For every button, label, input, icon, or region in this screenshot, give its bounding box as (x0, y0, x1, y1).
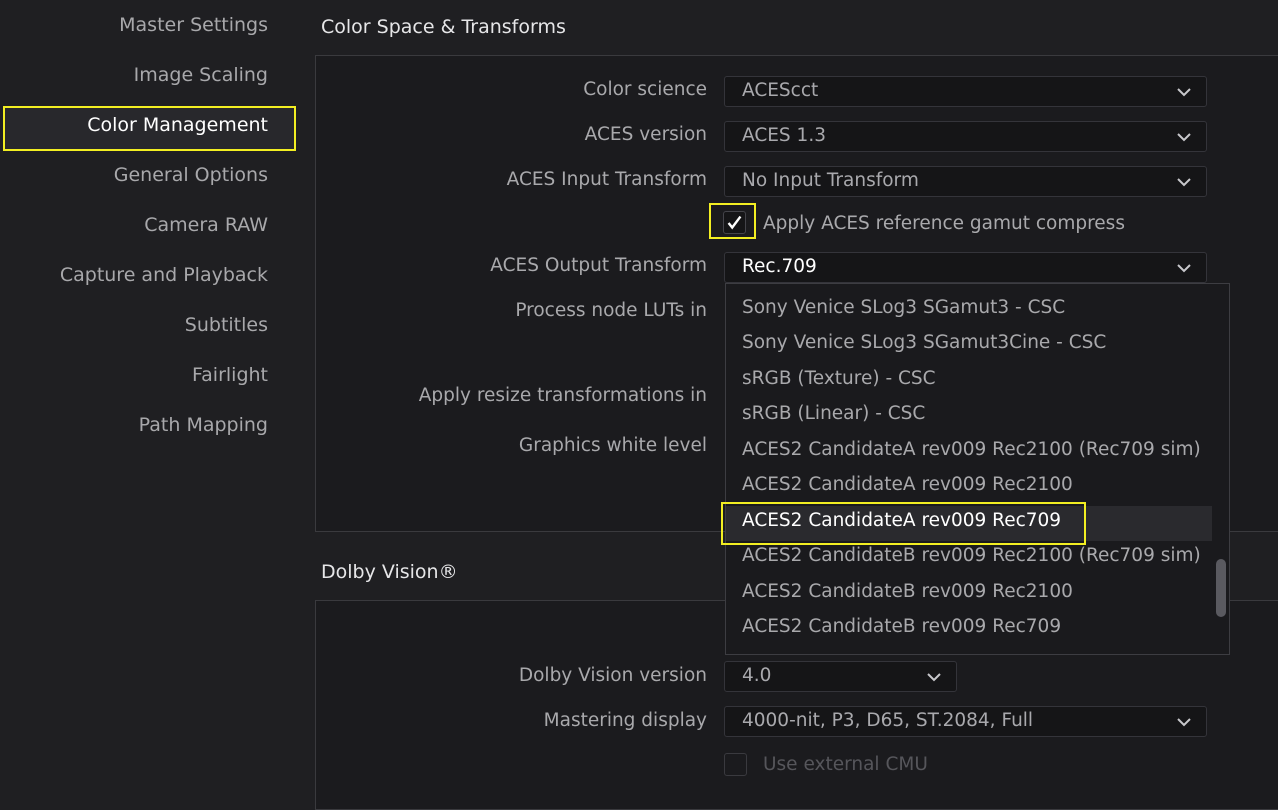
mastering-display-value: 4000-nit, P3, D65, ST.2084, Full (742, 710, 1034, 731)
dolby-version-label: Dolby Vision version (518, 665, 707, 686)
settings-sidebar: Master Settings Image Scaling Color Mana… (0, 0, 300, 800)
sidebar-item-master-settings[interactable]: Master Settings (119, 14, 268, 36)
aces-version-label: ACES version (584, 124, 707, 145)
sidebar-item-general-options[interactable]: General Options (114, 164, 268, 186)
color-science-value: ACEScct (742, 80, 819, 101)
checkmark-icon (727, 215, 742, 230)
sidebar-item-color-management[interactable]: Color Management (87, 114, 268, 136)
list-item[interactable]: ACES2 CandidateB rev009 Rec2100 (742, 581, 1073, 616)
graphics-white-label: Graphics white level (518, 435, 707, 456)
list-item[interactable]: ACES2 CandidateA rev009 Rec2100 (Rec709 … (742, 439, 1201, 474)
external-cmu-label: Use external CMU (763, 754, 928, 775)
sidebar-item-subtitles[interactable]: Subtitles (185, 314, 268, 336)
list-item[interactable]: Sony Venice SLog3 SGamut3Cine - CSC (742, 332, 1106, 367)
aces-input-label: ACES Input Transform (506, 169, 707, 190)
dolby-version-dropdown[interactable]: 4.0 (724, 661, 957, 692)
sidebar-item-fairlight[interactable]: Fairlight (192, 364, 268, 386)
color-science-label: Color science (583, 79, 707, 100)
aces-input-value: No Input Transform (742, 170, 919, 191)
chevron-down-icon (1177, 88, 1191, 97)
external-cmu-checkbox[interactable] (724, 753, 747, 776)
aces-output-label: ACES Output Transform (490, 255, 707, 276)
list-item[interactable]: sRGB (Linear) - CSC (742, 403, 925, 438)
process-luts-label: Process node LUTs in (515, 300, 707, 321)
list-scrollbar[interactable] (1216, 559, 1226, 617)
sidebar-item-capture-playback[interactable]: Capture and Playback (60, 264, 268, 286)
chevron-down-icon (1177, 133, 1191, 142)
list-item[interactable]: ACES2 CandidateB rev009 Rec2100 (Rec709 … (742, 545, 1201, 580)
aces-output-value: Rec.709 (742, 256, 817, 277)
resize-transform-label: Apply resize transformations in (418, 385, 707, 406)
mastering-display-dropdown[interactable]: 4000-nit, P3, D65, ST.2084, Full (724, 706, 1207, 737)
mastering-display-label: Mastering display (543, 710, 707, 731)
aces-input-dropdown[interactable]: No Input Transform (724, 166, 1207, 197)
gamut-compress-checkbox[interactable] (723, 211, 746, 234)
section-title-dolby: Dolby Vision® (321, 561, 458, 583)
color-science-dropdown[interactable]: ACEScct (724, 76, 1207, 107)
sidebar-item-image-scaling[interactable]: Image Scaling (134, 64, 268, 86)
list-item[interactable]: ACES2 CandidateB rev009 Rec709 (742, 616, 1061, 651)
chevron-down-icon (927, 673, 941, 682)
list-item[interactable]: sRGB (Texture) - CSC (742, 368, 936, 403)
section-title-color-space: Color Space & Transforms (321, 16, 566, 38)
list-item[interactable]: Sony Venice SLog3 SGamut3 - CSC (742, 297, 1065, 332)
aces-version-dropdown[interactable]: ACES 1.3 (724, 121, 1207, 152)
sidebar-item-camera-raw[interactable]: Camera RAW (144, 214, 268, 236)
selected-item-highlight (721, 502, 1086, 545)
aces-output-list[interactable]: Sony Venice SLog3 SGamut3 - CSC Sony Ven… (725, 283, 1230, 655)
sidebar-item-path-mapping[interactable]: Path Mapping (139, 414, 268, 436)
gamut-compress-label: Apply ACES reference gamut compress (763, 213, 1125, 234)
chevron-down-icon (1177, 718, 1191, 727)
chevron-down-icon (1177, 264, 1191, 273)
aces-version-value: ACES 1.3 (742, 125, 826, 146)
aces-output-dropdown[interactable]: Rec.709 (724, 252, 1207, 283)
chevron-down-icon (1177, 178, 1191, 187)
dolby-version-value: 4.0 (742, 665, 772, 686)
